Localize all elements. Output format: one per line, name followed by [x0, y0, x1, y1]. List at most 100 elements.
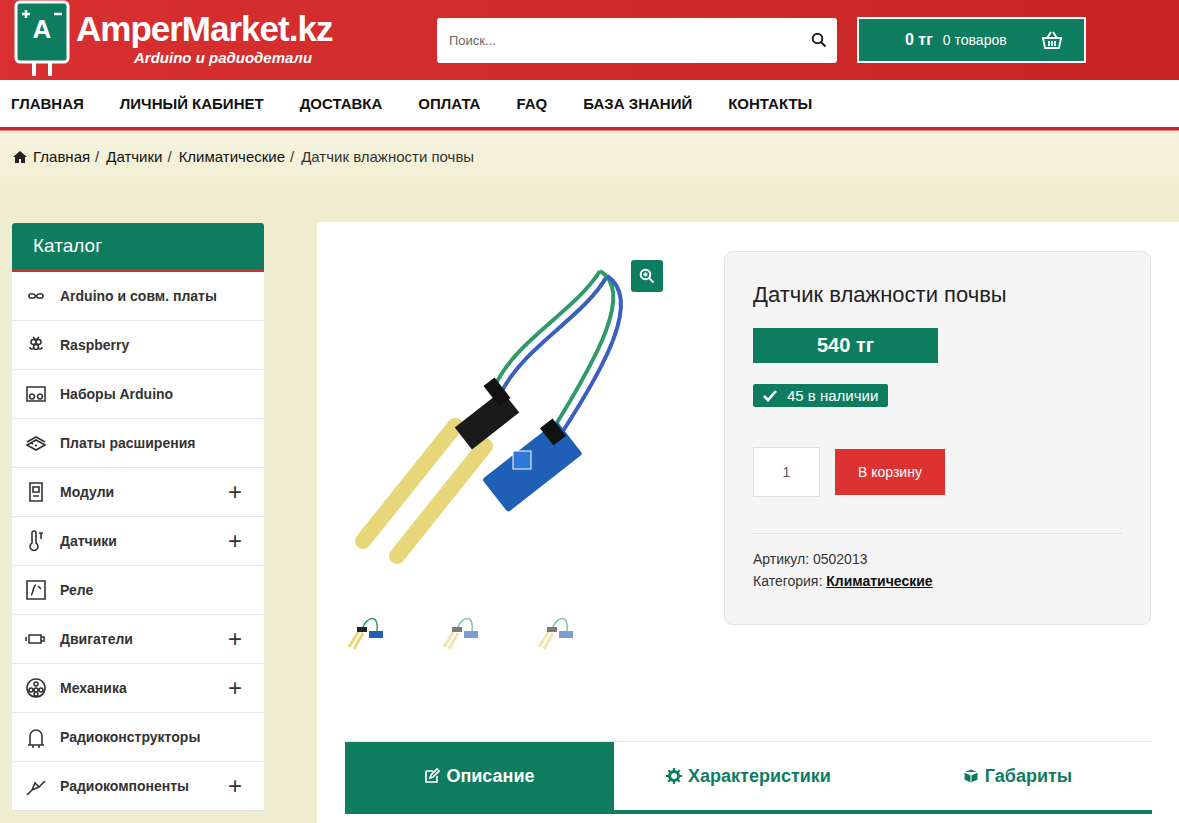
- nav-item[interactable]: ОПЛАТА: [418, 95, 480, 112]
- breadcrumb-separator: /: [290, 148, 294, 165]
- category-icon: [24, 627, 48, 651]
- stock-text: 45 в наличии: [787, 387, 878, 404]
- sidebar-item[interactable]: Наборы Arduino: [12, 370, 264, 419]
- sidebar-item[interactable]: Двигатели+: [12, 615, 264, 664]
- category-icon: [24, 480, 48, 504]
- category-icon: [24, 578, 48, 602]
- category-link[interactable]: Климатические: [826, 573, 932, 589]
- category-line: Категория: Климатические: [753, 570, 1122, 592]
- tab-label: Габариты: [985, 766, 1072, 787]
- sidebar-item-label: Реле: [60, 582, 242, 598]
- gear-icon: [666, 768, 682, 784]
- sidebar-item[interactable]: Модули+: [12, 468, 264, 517]
- nav-item[interactable]: ЛИЧНЫЙ КАБИНЕТ: [120, 95, 264, 112]
- breadcrumb-separator: /: [95, 148, 99, 165]
- home-icon[interactable]: [12, 150, 28, 164]
- logo-shield-icon: A: [14, 0, 70, 78]
- product-row: Датчик влажности почвы 540 тг 45 в наличии…: [345, 251, 1152, 656]
- expand-toggle[interactable]: +: [228, 676, 242, 700]
- tab[interactable]: Характеристики: [614, 742, 883, 810]
- check-icon: [763, 390, 777, 402]
- sidebar-item[interactable]: Радиокомпоненты+: [12, 762, 264, 811]
- sensor-thumb-icon: [535, 609, 585, 653]
- sidebar-item-label: Наборы Arduino: [60, 386, 242, 402]
- product-tabs: Описание Характеристики Габариты: [345, 741, 1152, 814]
- nav-item[interactable]: FAQ: [516, 95, 547, 112]
- category-icon: [24, 382, 48, 406]
- product-photo[interactable]: [345, 251, 724, 586]
- tab-label: Характеристики: [688, 766, 831, 787]
- sidebar-item-label: Модули: [60, 484, 228, 500]
- category-icon: [24, 676, 48, 700]
- thumbnail[interactable]: [440, 606, 490, 656]
- expand-toggle[interactable]: +: [228, 774, 242, 798]
- thumbnail[interactable]: [535, 606, 585, 656]
- category-icon: [24, 284, 48, 308]
- content: Каталог Arduino и совм. платы Raspberry Наб…: [0, 223, 1179, 823]
- product-meta: Артикул: 0502013Категория: Климатические: [753, 533, 1122, 592]
- nav-item[interactable]: ДОСТАВКА: [300, 95, 383, 112]
- product-price: 540 тг: [753, 328, 938, 363]
- sidebar-item[interactable]: Платы расширения: [12, 419, 264, 468]
- product-title: Датчик влажности почвы: [753, 282, 1122, 308]
- logo-subtitle: Arduino и радиодетали: [76, 49, 332, 67]
- catalog-sidebar: Каталог Arduino и совм. платы Raspberry Наб…: [12, 223, 264, 811]
- cart-total: 0 тг: [905, 31, 933, 49]
- sidebar-item-label: Двигатели: [60, 631, 228, 647]
- thumbnails: [345, 606, 724, 656]
- zoom-button[interactable]: [631, 260, 663, 292]
- sidebar-item[interactable]: Радиоконструкторы: [12, 713, 264, 762]
- sidebar-item-label: Arduino и совм. платы: [60, 288, 242, 304]
- sidebar-item-label: Платы расширения: [60, 435, 242, 451]
- search-placeholder: Поиск...: [449, 33, 496, 48]
- sidebar-item[interactable]: Реле: [12, 566, 264, 615]
- buy-row: 1 В корзину: [753, 447, 1122, 497]
- tab[interactable]: Описание: [345, 742, 614, 810]
- expand-toggle[interactable]: +: [228, 480, 242, 504]
- cart-button[interactable]: 0 тг0 товаров: [857, 17, 1086, 63]
- catalog-title: Каталог: [12, 223, 264, 272]
- thumbnail[interactable]: [345, 606, 395, 656]
- page: A AmperMarket.kzArduino и радиодетали Поис…: [0, 0, 1179, 823]
- tab-label: Описание: [446, 766, 534, 787]
- breadcrumb-item[interactable]: Датчики: [106, 148, 162, 165]
- expand-toggle[interactable]: +: [228, 529, 242, 553]
- breadcrumb-item[interactable]: Климатические: [179, 148, 285, 165]
- expand-toggle[interactable]: +: [228, 627, 242, 651]
- sidebar-item[interactable]: Механика+: [12, 664, 264, 713]
- sidebar-item[interactable]: Датчики+: [12, 517, 264, 566]
- search-field[interactable]: Поиск...: [437, 18, 837, 63]
- breadcrumbs: Главная / Датчики / Климатические / Датчик вла…: [0, 130, 1179, 183]
- sensor-thumb-icon: [345, 609, 395, 653]
- gallery: [345, 251, 724, 656]
- tab[interactable]: Габариты: [883, 742, 1152, 810]
- sidebar-item[interactable]: Raspberry: [12, 321, 264, 370]
- nav-item[interactable]: ГЛАВНАЯ: [11, 95, 84, 112]
- nav-item[interactable]: БАЗА ЗНАНИЙ: [583, 95, 692, 112]
- category-icon: [24, 725, 48, 749]
- category-icon: [24, 774, 48, 798]
- main-nav: ГЛАВНАЯ ЛИЧНЫЙ КАБИНЕТ ДОСТАВКА ОПЛАТА FAQ БА…: [0, 80, 1179, 130]
- basket-icon: [1042, 31, 1062, 49]
- product-card: Датчик влажности почвы 540 тг 45 в наличии…: [724, 251, 1151, 625]
- edit-icon: [424, 768, 440, 784]
- stock-badge: 45 в наличии: [753, 384, 888, 407]
- quantity-input[interactable]: 1: [753, 447, 820, 497]
- sidebar-item-label: Датчики: [60, 533, 228, 549]
- logo[interactable]: A AmperMarket.kzArduino и радиодетали: [14, 0, 437, 80]
- product-panel: Датчик влажности почвы 540 тг 45 в наличии…: [317, 222, 1179, 823]
- sidebar-item-label: Raspberry: [60, 337, 242, 353]
- nav-item[interactable]: КОНТАКТЫ: [728, 95, 812, 112]
- category-icon: [24, 333, 48, 357]
- box-icon: [963, 768, 979, 784]
- add-to-cart-button[interactable]: В корзину: [835, 449, 945, 495]
- breadcrumb-item[interactable]: Главная: [33, 148, 90, 165]
- sidebar-item[interactable]: Arduino и совм. платы: [12, 272, 264, 321]
- sensor-picture-icon: [345, 251, 724, 586]
- breadcrumb-item: Датчик влажности почвы: [301, 148, 474, 165]
- svg-text:A: A: [33, 14, 52, 44]
- logo-text: AmperMarket.kzArduino и радиодетали: [76, 0, 332, 67]
- category-icon: [24, 431, 48, 455]
- search-icon[interactable]: [811, 32, 827, 48]
- breadcrumb-separator: /: [167, 148, 171, 165]
